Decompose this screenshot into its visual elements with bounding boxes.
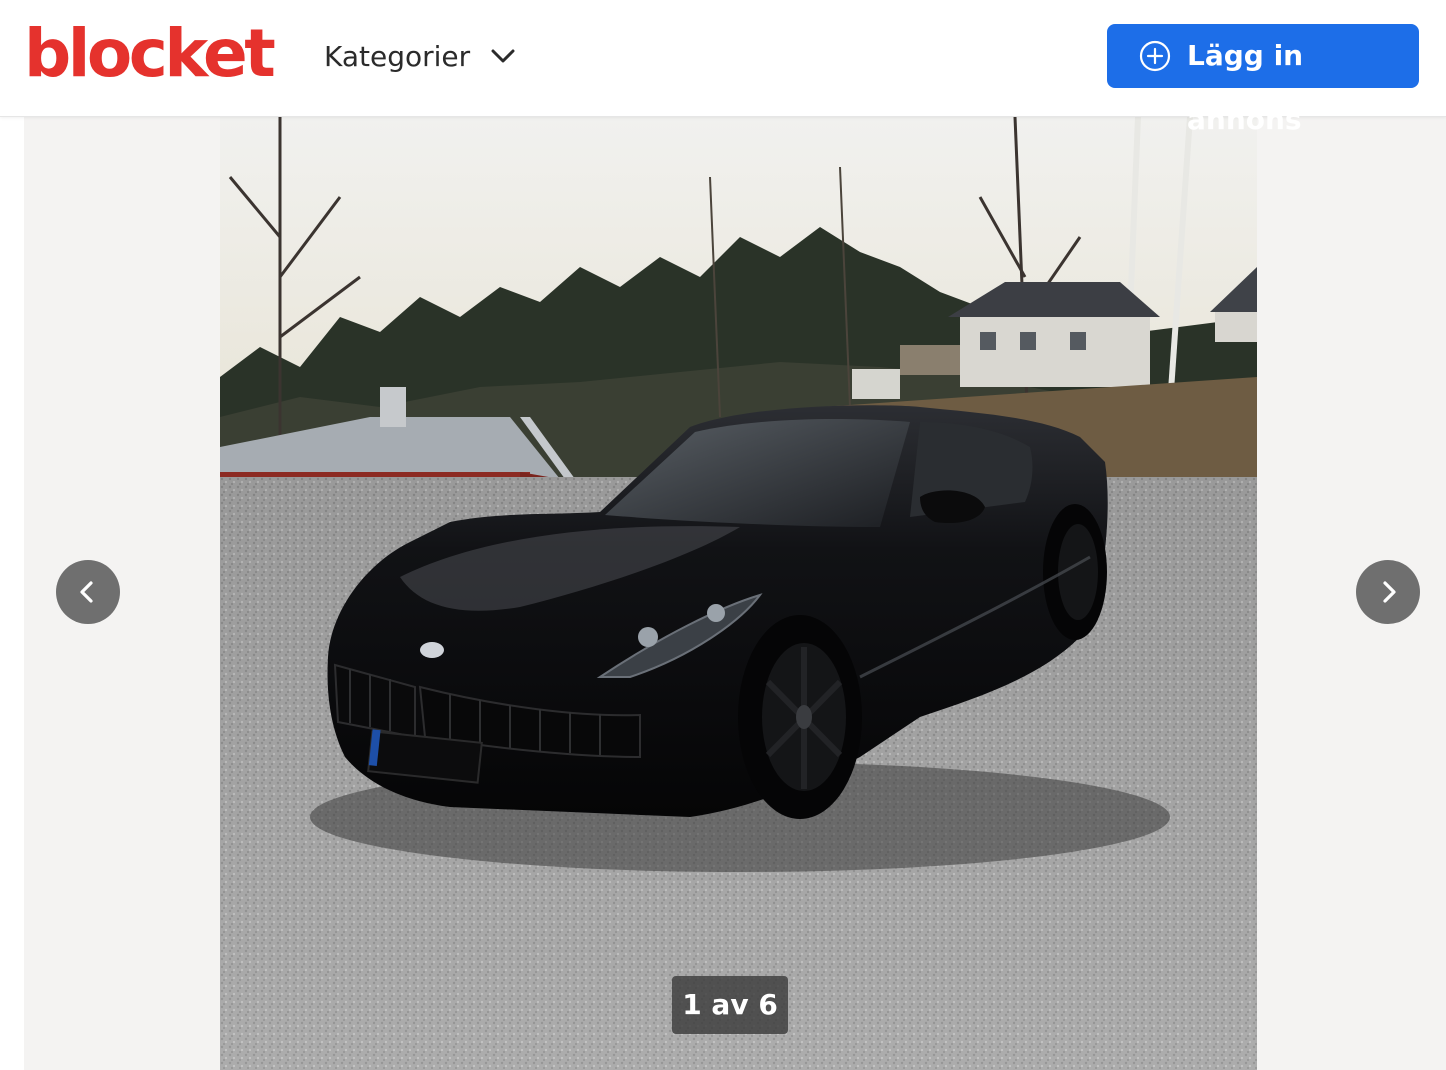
chevron-right-icon xyxy=(1383,581,1396,603)
categories-menu[interactable]: Kategorier xyxy=(324,34,516,78)
plus-circle-icon xyxy=(1139,40,1171,72)
chevron-left-icon xyxy=(80,581,93,603)
chevron-down-icon xyxy=(490,43,516,69)
image-counter: 1 av 6 xyxy=(672,976,788,1034)
image-gallery xyxy=(24,117,1446,1070)
previous-image-button[interactable] xyxy=(56,560,120,624)
post-ad-button[interactable]: Lägg in annons xyxy=(1107,24,1419,136)
categories-label: Kategorier xyxy=(324,39,471,73)
car-photo-illustration xyxy=(220,117,1257,1070)
next-image-button[interactable] xyxy=(1356,560,1420,624)
post-ad-label: Lägg in annons xyxy=(1187,39,1304,136)
blocket-logo[interactable]: blocket xyxy=(24,14,276,94)
listing-photo[interactable] xyxy=(220,117,1257,1070)
site-header: blocket Kategorier Lägg in annons xyxy=(0,0,1446,136)
